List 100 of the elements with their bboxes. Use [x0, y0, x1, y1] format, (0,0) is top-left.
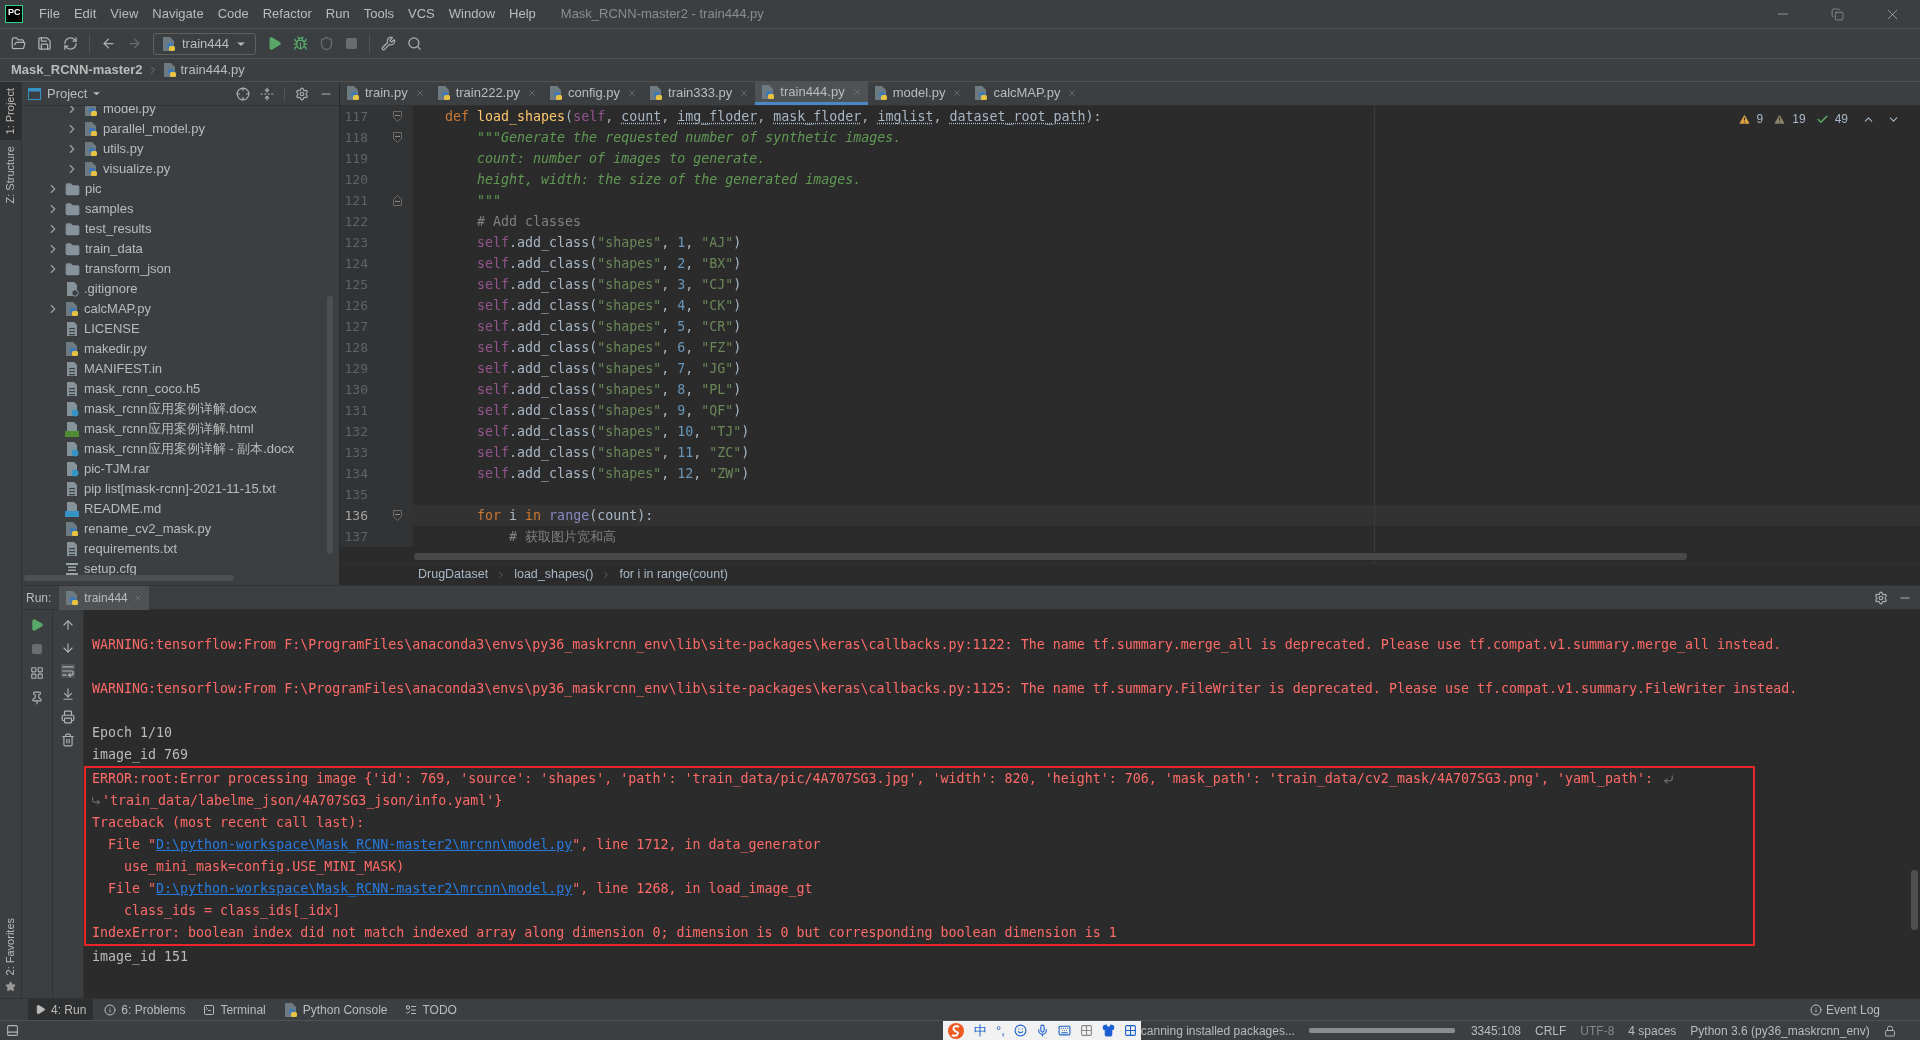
indent-setting[interactable]: 4 spaces [1628, 1021, 1677, 1040]
tool-window-tab[interactable]: Python Console [276, 998, 395, 1021]
event-log-tab[interactable]: Event Log [1809, 1000, 1880, 1019]
tree-item[interactable]: MANIFEST.in [22, 359, 339, 379]
tool-window-tab[interactable]: 4: Run [28, 998, 94, 1021]
ime-mode[interactable]: 中 [974, 1020, 987, 1040]
menu-item[interactable]: Window [441, 4, 503, 24]
code-line: height, width: the size of the generated images. [476, 170, 862, 189]
tree-item[interactable]: transform_json [22, 259, 339, 279]
file-encoding[interactable]: UTF-8 [1580, 1021, 1615, 1040]
editor-tab[interactable]: train444.py [755, 81, 868, 105]
code-line: self.add_class("shapes", 1, "AJ") [476, 233, 742, 253]
menu-item[interactable]: Edit [66, 4, 104, 24]
tree-item[interactable]: .gitignore [22, 279, 339, 299]
code-line: for i in range(count): [476, 506, 654, 525]
code-line: self.add_class("shapes", 2, "BX") [476, 254, 742, 274]
run-config-dropdown[interactable]: train444 [153, 32, 256, 55]
menu-item[interactable]: VCS [401, 4, 442, 24]
breadcrumb-item[interactable]: Mask_RCNN-master2 [11, 60, 143, 80]
code-line: self.add_class("shapes", 9, "QF") [476, 401, 742, 421]
tool-window-tab[interactable]: 6: Problems [97, 998, 193, 1021]
code-line: self.add_class("shapes", 6, "FZ") [476, 338, 742, 358]
weak-warning-count[interactable]: 19 [1792, 110, 1806, 128]
file-link[interactable]: D:\python-workspace\Mask_RCNN-master2\mrcnn\model.py [156, 834, 573, 856]
editor-tab[interactable]: train.py [340, 81, 431, 105]
menu-item[interactable]: Run [318, 4, 357, 24]
tree-item[interactable]: mask_rcnn应用案例详解 - 副本.docx [22, 439, 339, 459]
window-title: Mask_RCNN-master2 - train444.py [560, 5, 764, 24]
tree-item[interactable]: mask_rcnn应用案例详解.docx [22, 399, 339, 419]
tree-item[interactable]: mask_rcnn应用案例详解.html [22, 419, 339, 439]
console-line: class_ids = class_ids[_idx] [123, 902, 341, 921]
code-line: self.add_class("shapes", 4, "CK") [476, 296, 742, 316]
tree-item[interactable]: parallel_model.py [22, 119, 339, 139]
warning-count[interactable]: 9 [1756, 110, 1764, 128]
menu-item[interactable]: Refactor [255, 4, 319, 24]
tree-item[interactable]: visualize.py [22, 159, 339, 179]
breadcrumb-item[interactable]: train444.py [180, 60, 245, 80]
interpreter[interactable]: Python 3.6 (py36_maskrcnn_env) [1690, 1021, 1870, 1040]
menu-item[interactable]: Help [502, 4, 543, 24]
tree-item[interactable]: makedir.py [22, 339, 339, 359]
editor-tab[interactable]: train333.py [643, 81, 756, 105]
caret-position[interactable]: 3345:108 [1470, 1021, 1521, 1040]
line-separator[interactable]: CRLF [1535, 1021, 1567, 1040]
tool-window-button[interactable]: 1: Project [0, 82, 21, 141]
tree-item[interactable]: train_data [22, 239, 339, 259]
tree-item[interactable]: calcMAP.py [22, 299, 339, 319]
tree-item[interactable]: samples [22, 199, 339, 219]
file-link[interactable]: D:\python-workspace\Mask_RCNN-master2\mrcnn\model.py [156, 878, 573, 900]
tree-item[interactable]: mask_rcnn_coco.h5 [22, 379, 339, 399]
menu-item[interactable]: Navigate [145, 4, 211, 24]
console-line: Traceback (most recent call last): [92, 814, 365, 832]
editor-tab[interactable]: model.py [867, 81, 969, 105]
code-line: # 获取图片宽和高 [508, 527, 617, 546]
tool-window-tab[interactable]: Terminal [196, 998, 273, 1021]
console-line: ERROR:root:Error processing image {'id': 769, 'source': 'shapes', 'path': 'train_data/pic/4A707SG3.jpg', 'width': 820, 'height': 706, 'mask_path': 'train_data/cv2_mask/4A707SG3.png', 'yaml_path': [92, 770, 1655, 789]
tool-window-button[interactable]: Z: Structure [0, 140, 21, 210]
menu-item[interactable]: Code [210, 4, 256, 24]
panel-title: Run: [26, 589, 52, 607]
code-line: self.add_class("shapes", 12, "ZW") [476, 464, 750, 484]
menu-item[interactable]: Tools [356, 4, 402, 24]
tool-window-button[interactable]: 2: Favorites [2, 917, 19, 975]
console-line: IndexError: boolean index did not match indexed array along dimension 0; dimension is 0 but corresponding boolean dimension is 1 [92, 924, 1117, 942]
tool-window-tab[interactable]: TODO [398, 998, 464, 1021]
console-line: WARNING:tensorflow:From F:\ProgramFiles\anaconda3\envs\py36_maskrcnn_env\lib\site-packages\keras\callbacks.py:1122: The name tf.summary.merge_all is deprecated. Please use tf.compat.v1.summary.merge_all instead. [92, 636, 1782, 655]
code-line: self.add_class("shapes", 7, "JG") [476, 359, 742, 379]
editor-tab[interactable]: train222.py [430, 81, 543, 105]
tree-item[interactable]: LICENSE [22, 319, 339, 339]
menu-item[interactable]: File [32, 4, 67, 24]
ime-mode[interactable]: °, [996, 1020, 1005, 1040]
tree-item[interactable]: README.md [22, 499, 339, 519]
code-line: # Add classes [476, 212, 582, 231]
tree-item[interactable]: utils.py [22, 139, 339, 159]
tree-item[interactable]: pic-TJM.rar [22, 459, 339, 479]
typo-count[interactable]: 49 [1834, 110, 1848, 128]
code-line: self.add_class("shapes", 10, "TJ") [476, 422, 750, 442]
code-line: self.add_class("shapes", 11, "ZC") [476, 443, 750, 463]
breadcrumb-item[interactable]: for i in range(count) [619, 565, 728, 584]
tree-item[interactable]: setup.cfg [22, 559, 339, 579]
run-tab[interactable]: train444 [59, 585, 149, 610]
tree-item[interactable]: test_results [22, 219, 339, 239]
console-text: File " [107, 836, 157, 854]
console-line: image_id 769 [92, 746, 189, 765]
code-line: count: number of images to generate. [476, 149, 766, 168]
project-view-dropdown[interactable]: Project [47, 83, 103, 104]
background-task[interactable]: canning installed packages... [1140, 1021, 1295, 1040]
code-line: self.add_class("shapes", 8, "PL") [476, 380, 742, 400]
code-line: """Generate the requested number of synthetic images. [476, 128, 902, 147]
breadcrumb-item[interactable]: DrugDataset [418, 565, 489, 584]
tree-item[interactable]: pic [22, 179, 339, 199]
console-line: 'train_data/labelme_json/4A707SG3_json/info.yaml'} [102, 792, 503, 811]
editor-tab[interactable]: calcMAP.py [968, 81, 1084, 105]
menu-item[interactable]: View [103, 4, 146, 24]
editor-tab[interactable]: config.py [542, 81, 643, 105]
console-text: ", line 1712, in data_generator [572, 836, 821, 855]
breadcrumb-item[interactable]: load_shapes() [514, 565, 594, 584]
code-line: self.add_class("shapes", 3, "CJ") [476, 275, 742, 295]
tree-item[interactable]: pip list[mask-rcnn]-2021-11-15.txt [22, 479, 339, 499]
app-logo: PC [5, 5, 23, 23]
tree-item[interactable]: rename_cv2_mask.py [22, 519, 339, 539]
tree-item[interactable]: requirements.txt [22, 539, 339, 559]
